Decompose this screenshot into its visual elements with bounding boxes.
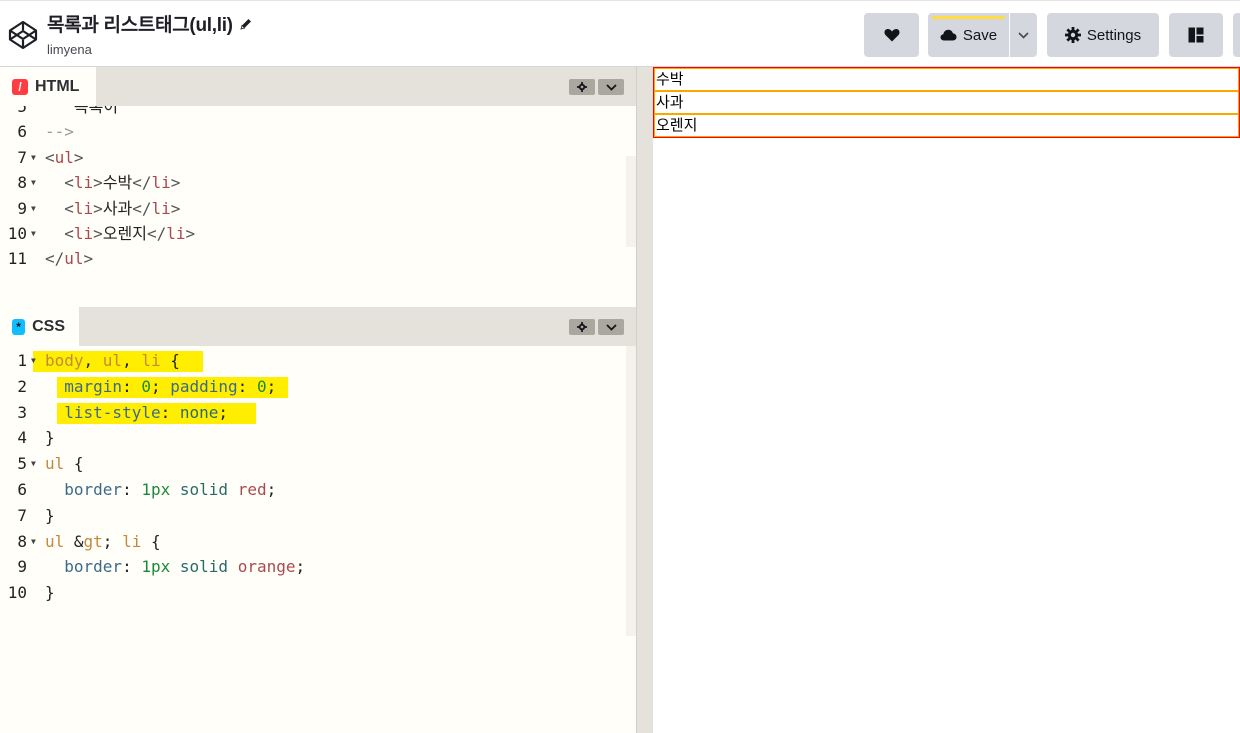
editors-column: / HTML 5 목록이 6 --> 7 ▼ <ul> 8 ▼ <li>수박</li> 9 ▼ <…: [0, 67, 636, 733]
chevron-down-icon: [605, 323, 617, 331]
line-number: 4: [17, 428, 27, 448]
css-collapse-button[interactable]: [598, 319, 624, 335]
html-collapse-button[interactable]: [598, 79, 624, 95]
save-options-button[interactable]: [1010, 13, 1037, 57]
line-number: 11: [7, 249, 27, 269]
line-number: 10: [7, 224, 27, 243]
code-text: 목록이: [45, 106, 119, 116]
line-number: 9: [17, 557, 27, 577]
chevron-down-icon: [1018, 31, 1029, 39]
code-text: }: [45, 583, 55, 603]
code-text: <li>사과</li>: [64, 198, 181, 218]
fold-arrow-icon[interactable]: ▼: [31, 145, 36, 170]
gear-icon: [1064, 27, 1081, 43]
pen-author[interactable]: limyena: [47, 42, 253, 57]
code-text: <ul>: [45, 147, 84, 167]
code-text: <li>수박</li>: [64, 173, 181, 193]
pencil-icon[interactable]: [239, 17, 253, 31]
line-number: 5: [17, 106, 27, 116]
css-scrollbar[interactable]: [626, 346, 636, 636]
settings-button[interactable]: Settings: [1047, 13, 1159, 57]
result-preview: 수박 사과 오렌지: [653, 67, 1240, 733]
tab-css-label: CSS: [32, 317, 65, 335]
fold-arrow-icon[interactable]: ▼: [31, 221, 36, 246]
line-number: 6: [17, 480, 27, 499]
fold-arrow-icon[interactable]: ▼: [31, 170, 36, 195]
code-text: }: [45, 428, 55, 448]
css-file-icon: *: [12, 318, 26, 335]
code-text: margin: 0; padding: 0;: [64, 376, 277, 396]
line-number: 8: [17, 173, 27, 193]
codepen-logo-icon[interactable]: [7, 19, 39, 51]
css-settings-button[interactable]: [569, 319, 595, 335]
list-item: 수박: [654, 68, 1239, 91]
code-text: border: 1px solid red;: [64, 480, 277, 499]
fold-arrow-icon[interactable]: ▼: [31, 451, 36, 476]
tab-html-label: HTML: [35, 77, 80, 95]
html-scrollbar[interactable]: [626, 156, 636, 247]
html-settings-button[interactable]: [569, 79, 595, 95]
pen-info: 목록과 리스트태그(ul,li) limyena: [47, 10, 253, 57]
heart-icon: [883, 29, 900, 42]
code-text: border: 1px solid orange;: [64, 557, 306, 577]
tab-html[interactable]: / HTML: [0, 67, 96, 106]
change-view-button[interactable]: [1169, 13, 1223, 57]
app-header: 목록과 리스트태그(ul,li) limyena Save Settings: [0, 0, 1240, 67]
code-text: ul &gt; li {: [45, 531, 161, 551]
line-number: 3: [17, 402, 27, 422]
line-number: 5: [17, 454, 27, 474]
line-number: 6: [17, 122, 27, 142]
save-button[interactable]: Save: [928, 13, 1009, 57]
code-text: }: [45, 505, 55, 525]
line-number: 7: [17, 505, 27, 525]
list-item: 사과: [654, 91, 1239, 114]
gear-icon: [577, 82, 587, 92]
html-code-editor[interactable]: 5 목록이 6 --> 7 ▼ <ul> 8 ▼ <li>수박</li> 9 ▼ <li>사과</…: [0, 106, 636, 307]
layout-icon: [1188, 27, 1204, 43]
html-file-icon: /: [12, 78, 28, 95]
line-number: 10: [7, 583, 27, 603]
pane-resizer[interactable]: [636, 67, 653, 733]
tab-css[interactable]: * CSS: [0, 307, 79, 346]
code-text: </ul>: [45, 249, 94, 269]
html-pane-header: / HTML: [0, 67, 636, 106]
preview-list: 수박 사과 오렌지: [653, 67, 1240, 138]
fold-arrow-icon[interactable]: ▼: [31, 529, 36, 554]
fold-arrow-icon[interactable]: ▼: [31, 348, 36, 373]
code-text: <li>오렌지</li>: [64, 224, 196, 243]
list-item: 오렌지: [654, 114, 1239, 137]
code-text: body, ul, li {: [45, 351, 180, 370]
css-pane-header: * CSS: [0, 307, 636, 346]
gear-icon: [577, 322, 587, 332]
css-code-editor[interactable]: 1 ▼ body, ul, li {2 margin: 0; padding: 0;…: [0, 346, 636, 733]
chevron-down-icon: [605, 83, 617, 91]
cloud-icon: [940, 29, 957, 41]
line-number: 1: [17, 351, 27, 370]
save-label: Save: [962, 26, 998, 44]
line-number: 9: [17, 198, 27, 218]
heart-button[interactable]: [864, 13, 919, 57]
line-number: 8: [17, 531, 27, 551]
more-button[interactable]: [1233, 13, 1240, 57]
code-text: ul {: [45, 454, 84, 474]
settings-label: Settings: [1086, 26, 1142, 44]
code-text: list-style: none;: [64, 402, 229, 422]
code-text: -->: [45, 122, 74, 142]
line-number: 7: [17, 147, 27, 167]
pen-title[interactable]: 목록과 리스트태그(ul,li): [47, 10, 233, 37]
line-number: 2: [17, 376, 27, 396]
fold-arrow-icon[interactable]: ▼: [31, 196, 36, 221]
